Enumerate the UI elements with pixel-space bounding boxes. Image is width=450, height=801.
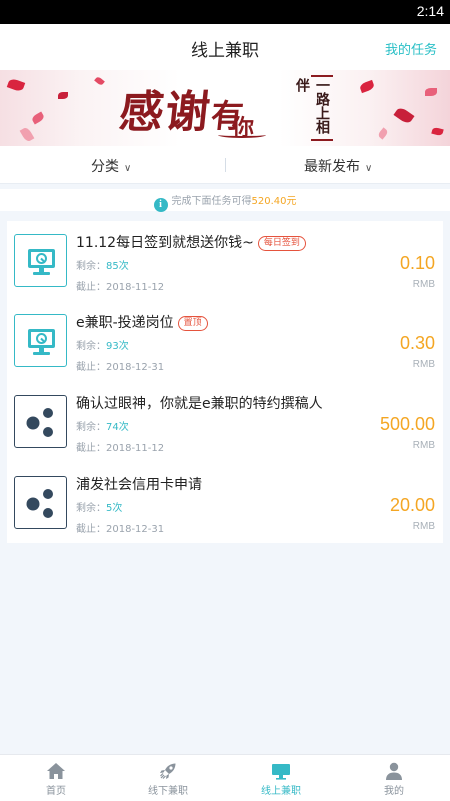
home-icon	[47, 763, 65, 779]
monitor-icon	[272, 764, 290, 780]
petal-decoration	[431, 126, 444, 137]
banner-headline: 感谢有	[117, 76, 250, 140]
task-title: 确认过眼神，你就是e兼职的特约撰稿人	[76, 396, 323, 412]
reward-notice: i 完成下面任务可得520.40元	[0, 189, 450, 212]
chevron-down-icon: ∨	[365, 163, 373, 174]
petal-decoration	[30, 111, 46, 125]
remaining-count: 85次	[106, 261, 129, 272]
petal-decoration	[393, 105, 415, 126]
task-currency: RMB	[412, 359, 435, 370]
banner-swirl	[218, 132, 266, 138]
task-item[interactable]: 浦发社会信用卡申请 剩余：5次 截止：2018-12-31 20.00 RMB	[7, 463, 443, 543]
remaining-count: 93次	[106, 341, 129, 352]
monitor-icon	[14, 234, 67, 287]
petal-decoration	[425, 88, 437, 96]
petal-decoration	[94, 75, 105, 87]
tab-offline-jobs-label: 线下兼职	[148, 786, 188, 797]
notice-text: 完成下面任务可得	[171, 196, 252, 207]
petal-decoration	[19, 126, 35, 143]
tab-offline-jobs[interactable]: 线下兼职	[112, 755, 224, 801]
task-currency: RMB	[412, 279, 435, 290]
task-title: 浦发社会信用卡申请	[76, 477, 202, 493]
share-dots-icon	[14, 395, 67, 448]
rocket-icon	[160, 763, 176, 779]
header-bar: 线上兼职 我的任务	[0, 24, 450, 70]
tab-online-jobs-label: 线上兼职	[261, 786, 301, 797]
filter-divider	[225, 158, 226, 172]
promo-banner[interactable]: 感谢有 你 一路上相伴	[0, 70, 450, 146]
task-title: 11.12每日签到就想送你钱~ 每日签到	[76, 232, 306, 252]
remaining-label: 剩余：	[76, 503, 106, 514]
category-filter-label: 分类	[91, 159, 119, 175]
task-remaining: 剩余：74次	[76, 418, 129, 433]
petal-decoration	[377, 127, 389, 140]
task-deadline: 截止：2018-11-12	[76, 282, 165, 293]
remaining-label: 剩余：	[76, 341, 106, 352]
remaining-count: 74次	[106, 422, 129, 433]
status-bar: 2:14	[0, 0, 450, 24]
task-price: 500.00	[379, 414, 435, 434]
petal-decoration	[6, 77, 26, 93]
category-filter[interactable]: 分类 ∨	[91, 156, 131, 176]
tab-home-label: 首页	[46, 786, 66, 797]
task-item[interactable]: 11.12每日签到就想送你钱~ 每日签到 剩余：85次 截止：2018-11-12…	[7, 221, 443, 301]
task-deadline: 截止：2018-12-31	[76, 524, 165, 535]
banner-headline-text: 感谢	[116, 87, 215, 138]
task-list: 11.12每日签到就想送你钱~ 每日签到 剩余：85次 截止：2018-11-12…	[7, 221, 443, 543]
user-icon	[386, 762, 402, 780]
petal-decoration	[358, 79, 376, 94]
task-tag: 每日签到	[257, 236, 306, 251]
remaining-label: 剩余：	[76, 422, 106, 433]
task-price: 0.10	[399, 253, 435, 273]
task-item[interactable]: e兼职-投递岗位 置顶 剩余：93次 截止：2018-12-31 0.30 RMB	[7, 301, 443, 381]
task-currency: RMB	[412, 440, 435, 451]
my-tasks-link[interactable]: 我的任务	[385, 39, 437, 58]
info-icon: i	[153, 198, 168, 212]
remaining-label: 剩余：	[76, 261, 106, 272]
sort-filter[interactable]: 最新发布 ∨	[304, 156, 372, 176]
task-price: 20.00	[389, 495, 435, 515]
tab-online-jobs[interactable]: 线上兼职	[225, 755, 337, 801]
task-deadline: 截止：2018-12-31	[76, 362, 165, 373]
status-time: 2:14	[416, 3, 444, 19]
sort-filter-label: 最新发布	[304, 159, 360, 175]
task-item[interactable]: 确认过眼神，你就是e兼职的特约撰稿人 剩余：74次 截止：2018-11-12 …	[7, 382, 443, 462]
bottom-tab-bar: 首页 线下兼职 线上兼职 我的	[0, 754, 450, 801]
tab-profile-label: 我的	[384, 786, 404, 797]
task-currency: RMB	[412, 521, 435, 532]
task-title: e兼职-投递岗位 置顶	[76, 312, 208, 332]
tab-profile[interactable]: 我的	[338, 755, 450, 801]
notice-amount: 520.40元	[251, 196, 297, 207]
task-deadline: 截止：2018-11-12	[76, 443, 165, 454]
tab-home[interactable]: 首页	[0, 755, 112, 801]
task-remaining: 剩余：93次	[76, 337, 129, 352]
banner-vertical-text: 一路上相伴	[294, 78, 330, 134]
task-tag: 置顶	[177, 316, 208, 331]
monitor-icon	[14, 314, 67, 367]
task-remaining: 剩余：85次	[76, 257, 129, 272]
remaining-count: 5次	[106, 503, 123, 514]
task-title-text: e兼职-投递岗位	[76, 315, 174, 331]
task-remaining: 剩余：5次	[76, 499, 122, 514]
chevron-down-icon: ∨	[124, 163, 132, 174]
petal-decoration	[58, 92, 68, 99]
filter-bar: 分类 ∨ 最新发布 ∨	[0, 146, 450, 184]
page-title: 线上兼职	[191, 41, 259, 61]
task-title-text: 11.12每日签到就想送你钱~	[76, 235, 254, 251]
task-price: 0.30	[399, 333, 435, 353]
share-dots-icon	[14, 476, 67, 529]
